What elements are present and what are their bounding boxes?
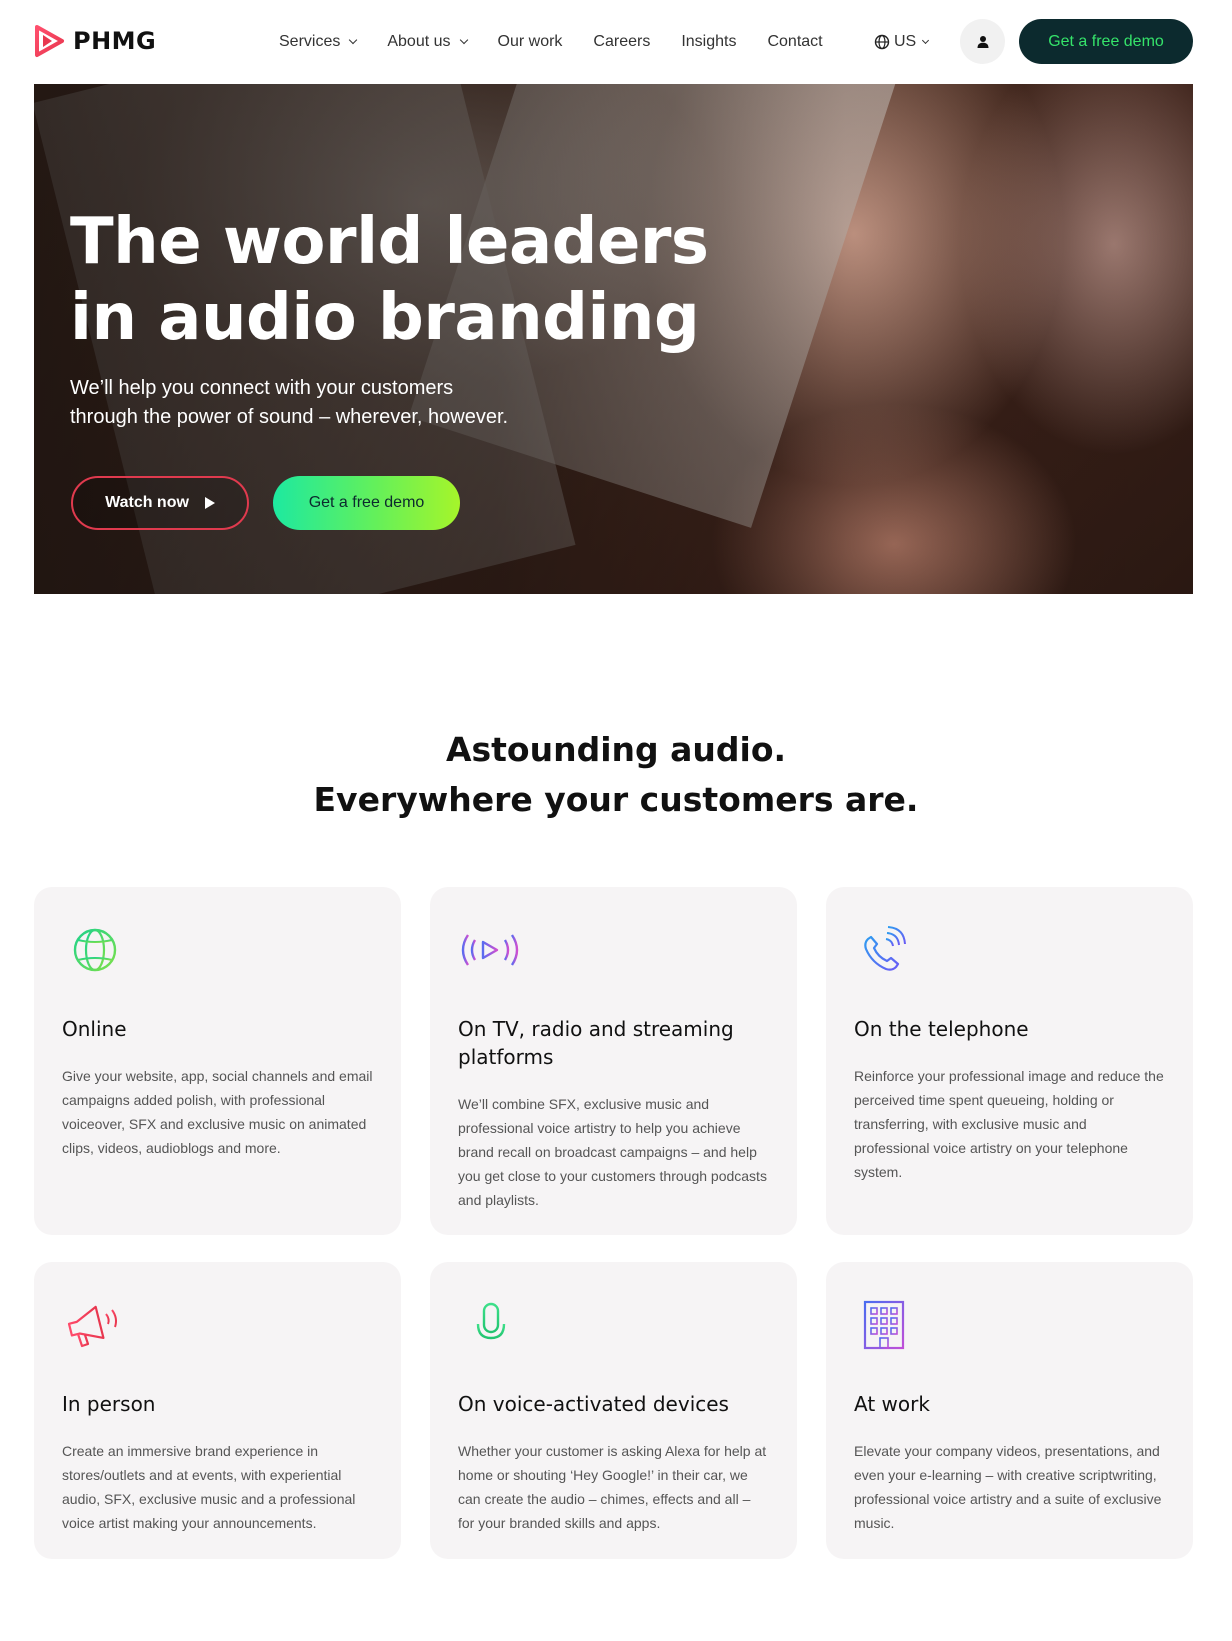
card-title: In person bbox=[62, 1392, 156, 1416]
watch-now-label: Watch now bbox=[105, 494, 189, 511]
nav-contact[interactable]: Contact bbox=[767, 33, 822, 51]
service-card-at-work[interactable]: At work Elevate your company videos, pre… bbox=[826, 1262, 1193, 1559]
hero-title-line: The world leaders bbox=[70, 205, 709, 279]
section-title-line: Astounding audio. bbox=[445, 730, 787, 769]
nav-label: Services bbox=[279, 33, 341, 50]
user-icon bbox=[977, 35, 988, 48]
watch-now-button[interactable]: Watch now bbox=[71, 476, 249, 530]
card-title: At work bbox=[854, 1392, 930, 1416]
nav-insights[interactable]: Insights bbox=[681, 33, 736, 51]
nav-about-us[interactable]: About us bbox=[387, 33, 468, 51]
nav-services[interactable]: Services bbox=[279, 33, 358, 51]
service-card-telephone[interactable]: On the telephone Reinforce your professi… bbox=[826, 887, 1193, 1235]
main-nav: Services About us Our work Careers Insig… bbox=[279, 31, 854, 53]
language-label: US bbox=[894, 33, 917, 50]
card-title: On TV, radio and streaming platforms bbox=[458, 1017, 734, 1069]
logo-mark-icon bbox=[33, 24, 65, 58]
card-text: Create an immersive brand experience in … bbox=[62, 1443, 356, 1531]
globe-icon bbox=[874, 34, 890, 50]
card-text: Elevate your company videos, presentatio… bbox=[854, 1443, 1162, 1531]
hero-subtitle: We’ll help you connect with your custome… bbox=[70, 374, 590, 432]
globe-icon bbox=[60, 925, 130, 977]
hero-banner: The world leaders in audio branding We’l… bbox=[34, 84, 1193, 594]
logo[interactable]: PHMG bbox=[33, 24, 156, 58]
logo-text: PHMG bbox=[73, 27, 157, 55]
office-building-icon bbox=[852, 1300, 922, 1352]
hero-subtitle-line: through the power of sound – wherever, h… bbox=[70, 406, 509, 428]
site-header: PHMG Services About us Our work Careers … bbox=[0, 0, 1232, 84]
chevron-down-icon bbox=[349, 35, 358, 45]
service-card-online[interactable]: Online Give your website, app, social ch… bbox=[34, 887, 401, 1235]
language-selector[interactable]: US bbox=[874, 31, 930, 53]
card-title: Online bbox=[62, 1017, 127, 1041]
phone-icon bbox=[852, 925, 922, 977]
card-text: Whether your customer is asking Alexa fo… bbox=[458, 1443, 767, 1531]
card-title: On voice-activated devices bbox=[458, 1392, 729, 1416]
card-text: Reinforce your professional image and re… bbox=[854, 1068, 1164, 1180]
card-text: We’ll combine SFX, exclusive music and p… bbox=[458, 1096, 767, 1208]
play-icon bbox=[204, 497, 215, 509]
nav-label: About us bbox=[387, 33, 451, 50]
service-card-in-person[interactable]: In person Create an immersive brand expe… bbox=[34, 1262, 401, 1559]
hero-title: The world leaders in audio branding bbox=[70, 204, 710, 356]
account-button[interactable] bbox=[960, 19, 1005, 64]
microphone-icon bbox=[456, 1300, 526, 1352]
section-title: Astounding audio. Everywhere your custom… bbox=[0, 725, 1232, 825]
section-title-line: Everywhere your customers are. bbox=[313, 780, 919, 819]
nav-our-work[interactable]: Our work bbox=[498, 33, 563, 51]
hero-demo-button[interactable]: Get a free demo bbox=[273, 476, 460, 530]
header-demo-button[interactable]: Get a free demo bbox=[1019, 19, 1193, 64]
nav-careers[interactable]: Careers bbox=[593, 33, 650, 51]
card-text: Give your website, app, social channels … bbox=[62, 1068, 373, 1156]
hero-subtitle-line: We’ll help you connect with your custome… bbox=[70, 377, 454, 399]
megaphone-icon bbox=[60, 1300, 130, 1352]
hero-title-line: in audio branding bbox=[70, 281, 700, 355]
broadcast-play-icon bbox=[456, 925, 526, 977]
chevron-down-icon bbox=[922, 36, 930, 44]
service-card-tv-radio[interactable]: On TV, radio and streaming platforms We’… bbox=[430, 887, 797, 1235]
chevron-down-icon bbox=[459, 35, 468, 45]
service-card-voice-devices[interactable]: On voice-activated devices Whether your … bbox=[430, 1262, 797, 1559]
card-title: On the telephone bbox=[854, 1017, 1029, 1041]
